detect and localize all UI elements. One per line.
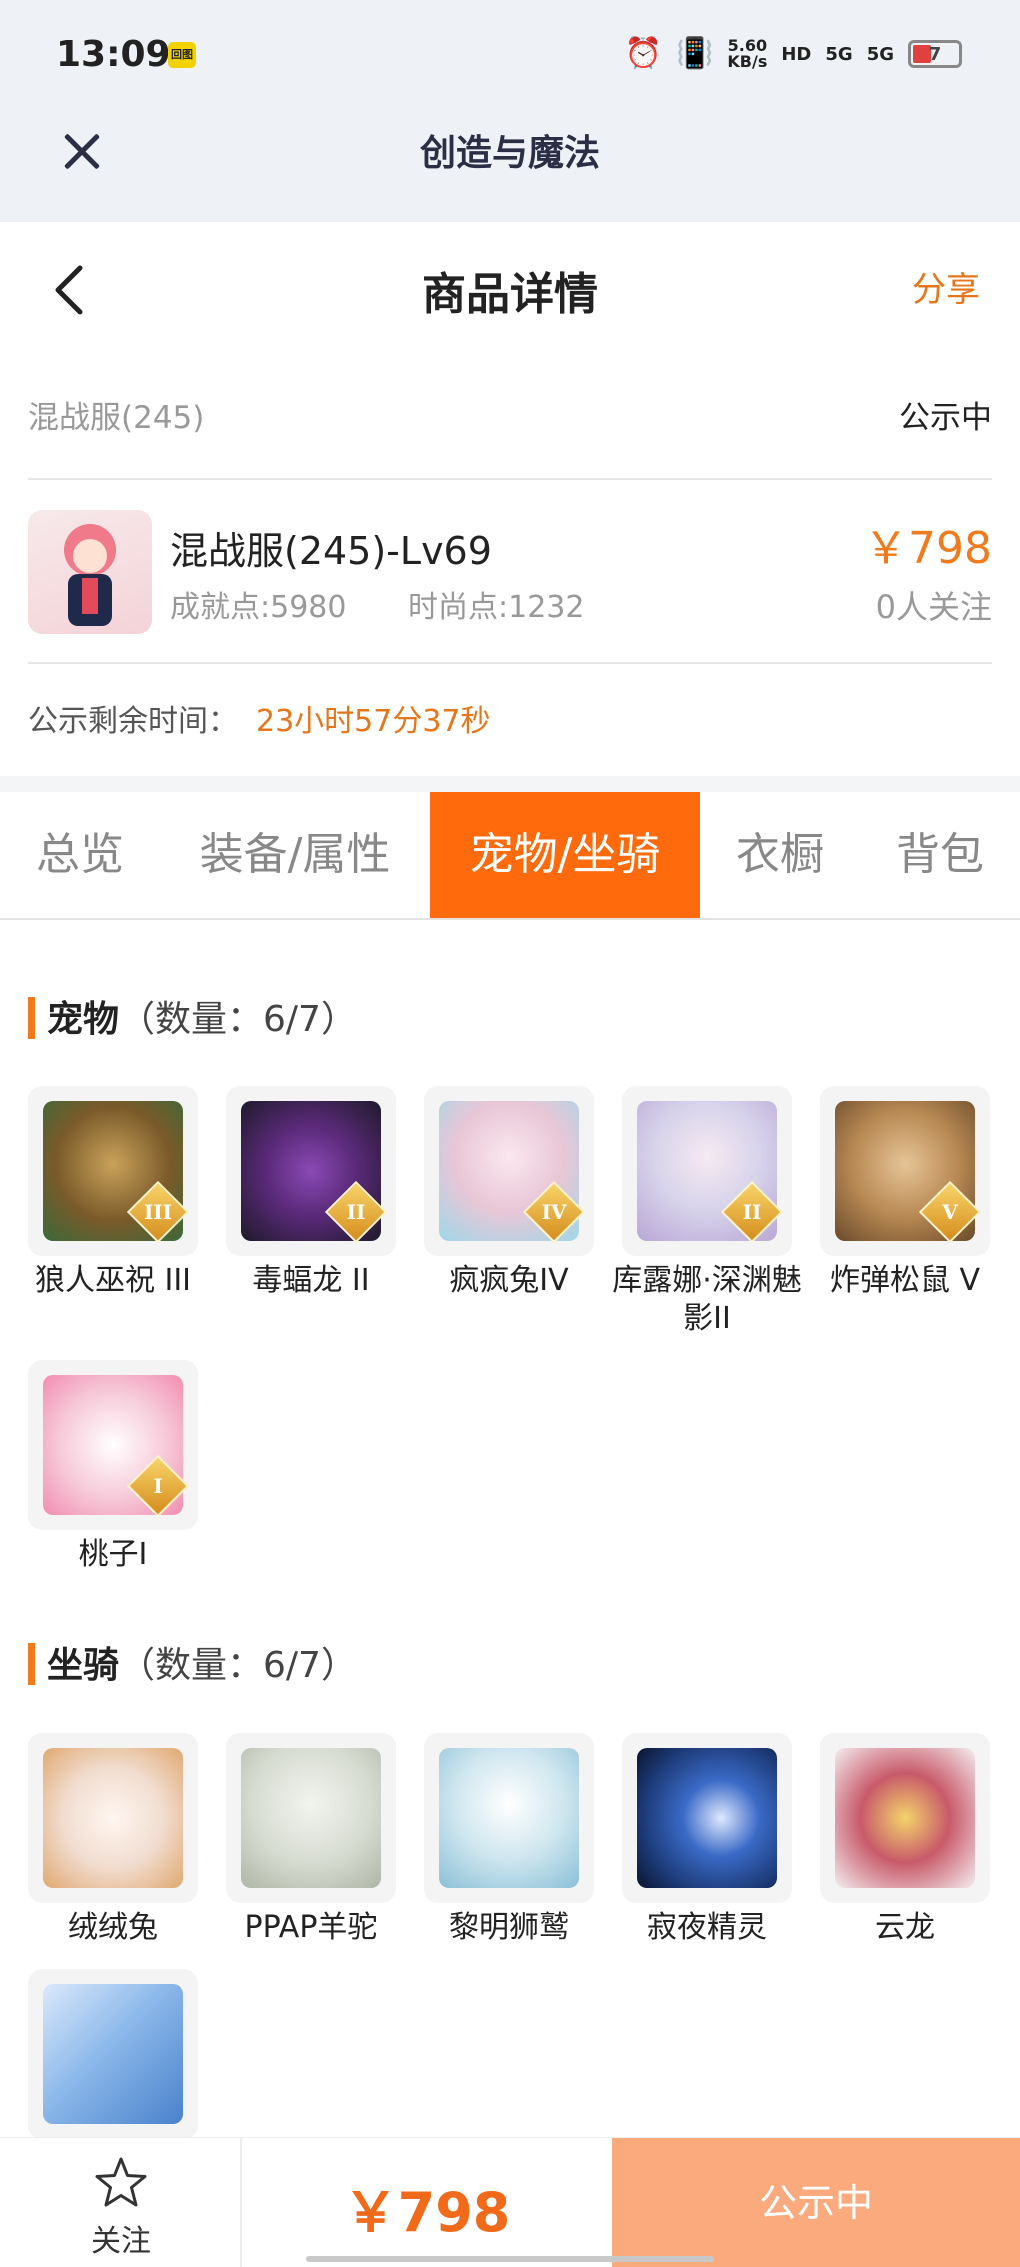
mount-image <box>637 1748 777 1888</box>
pets-section-title: 宠物（数量：6/7） <box>28 990 357 1042</box>
pet-thumb: V <box>820 1086 990 1256</box>
countdown-label: 公示剩余时间： <box>28 704 238 739</box>
mount-name: 黎明狮鹫 <box>449 1910 569 1945</box>
mount-thumb <box>424 1733 594 1903</box>
mount-image <box>43 1748 183 1888</box>
tab-bar: 总览 装备/属性 宠物/坐骑 衣橱 背包 <box>0 792 1020 920</box>
mount-thumb <box>226 1733 396 1903</box>
mount-thumb <box>28 1969 198 2139</box>
pet-item[interactable]: II 毒蝠龙 II <box>226 1086 396 1300</box>
mount-image <box>43 1984 183 2124</box>
mount-item[interactable]: 寂夜精灵 <box>622 1733 792 1947</box>
home-indicator <box>306 2256 714 2262</box>
bottom-price: ￥798 <box>343 2181 511 2244</box>
pet-thumb: I <box>28 1360 198 1530</box>
vibrate-icon: 📳 <box>676 36 714 71</box>
top-area: 13:09 回图 ⏰ 📳 5.60 KB/s HD 5G 5G 7 创造与魔法 <box>0 0 1020 222</box>
mount-item[interactable] <box>28 1969 198 2145</box>
countdown-row: 公示剩余时间： 23小时57分37秒 <box>28 666 992 776</box>
mount-name: 云龙 <box>875 1910 935 1945</box>
mount-name: PPAP羊驼 <box>244 1910 378 1945</box>
follow-button[interactable]: 关注 <box>0 2138 242 2267</box>
server-name: 混战服(245) <box>28 400 205 436</box>
mount-image <box>241 1748 381 1888</box>
tab-pets-mounts[interactable]: 宠物/坐骑 <box>430 792 700 918</box>
tab-backpack[interactable]: 背包 <box>860 792 1020 918</box>
pet-name: 炸弹松鼠 V <box>829 1263 981 1298</box>
section-accent <box>28 997 35 1039</box>
pet-item[interactable]: I 桃子I <box>28 1360 198 1574</box>
notification-badge: 回图 <box>168 42 196 68</box>
server-status: 公示中 <box>899 400 992 436</box>
pet-name: 桃子I <box>78 1537 148 1572</box>
fashion-points: 时尚点:1232 <box>408 590 585 625</box>
mount-name: 寂夜精灵 <box>647 1910 767 1945</box>
pet-item[interactable]: III 狼人巫祝 III <box>28 1086 198 1300</box>
section-accent <box>28 1643 35 1685</box>
tab-overview[interactable]: 总览 <box>0 792 160 918</box>
hd-icon: HD <box>781 43 812 65</box>
pet-thumb: II <box>622 1086 792 1256</box>
mount-item[interactable]: 云龙 <box>820 1733 990 1947</box>
pet-item[interactable]: II 库露娜·深渊魅影II <box>612 1086 802 1338</box>
battery-icon: 7 <box>908 40 962 68</box>
pet-thumb: IV <box>424 1086 594 1256</box>
app-header: 创造与魔法 <box>0 110 1020 222</box>
bottom-action-bar: 关注 ￥798 公示中 <box>0 2137 1020 2267</box>
mount-thumb <box>28 1733 198 1903</box>
divider <box>0 776 1020 792</box>
mount-thumb <box>622 1733 792 1903</box>
pet-name: 疯疯兔IV <box>449 1263 569 1298</box>
network-speed: 5.60 KB/s <box>727 36 768 71</box>
mount-thumb <box>820 1733 990 1903</box>
share-button[interactable]: 分享 <box>912 262 980 311</box>
character-name: 混战服(245)-Lv69 <box>170 529 492 573</box>
server-row: 混战服(245) 公示中 <box>28 352 992 480</box>
status-time: 13:09 <box>56 34 171 75</box>
character-summary[interactable]: 混战服(245)-Lv69 成就点:5980 时尚点:1232 ￥798 0人关… <box>28 482 992 664</box>
pet-item[interactable]: IV 疯疯兔IV <box>424 1086 594 1300</box>
signal-icon: 5G <box>825 43 853 65</box>
mount-name: 绒绒兔 <box>68 1910 158 1945</box>
pet-name: 库露娜·深渊魅影II <box>612 1263 802 1336</box>
countdown-value: 23小时57分37秒 <box>256 704 491 739</box>
app-title: 创造与魔法 <box>419 133 600 174</box>
mount-image <box>835 1748 975 1888</box>
pet-thumb: II <box>226 1086 396 1256</box>
status-icons: ⏰ 📳 5.60 KB/s HD 5G 5G 7 <box>625 34 962 74</box>
mount-item[interactable]: 绒绒兔 <box>28 1733 198 1947</box>
status-button[interactable]: 公示中 <box>612 2138 1020 2267</box>
character-price: ￥798 <box>864 523 992 574</box>
achievement-points: 成就点:5980 <box>170 590 347 625</box>
alarm-icon: ⏰ <box>624 36 663 71</box>
page-header: 商品详情 分享 <box>0 222 1020 352</box>
pet-name: 狼人巫祝 III <box>34 1263 192 1298</box>
star-icon <box>95 2157 147 2207</box>
tab-wardrobe[interactable]: 衣橱 <box>700 792 860 918</box>
follower-count: 0人关注 <box>875 588 992 626</box>
character-avatar <box>28 510 152 634</box>
pet-item[interactable]: V 炸弹松鼠 V <box>820 1086 990 1300</box>
mount-item[interactable]: PPAP羊驼 <box>226 1733 396 1947</box>
status-bar: 13:09 回图 ⏰ 📳 5.60 KB/s HD 5G 5G 7 <box>0 0 1020 110</box>
follow-label: 关注 <box>91 2224 151 2259</box>
signal-icon-2: 5G <box>866 43 894 65</box>
pet-thumb: III <box>28 1086 198 1256</box>
tab-equipment[interactable]: 装备/属性 <box>160 792 430 918</box>
mount-item[interactable]: 黎明狮鹫 <box>424 1733 594 1947</box>
pet-name: 毒蝠龙 II <box>252 1263 370 1298</box>
page-title: 商品详情 <box>422 269 598 320</box>
mount-image <box>439 1748 579 1888</box>
mounts-section-title: 坐骑（数量：6/7） <box>28 1636 357 1688</box>
